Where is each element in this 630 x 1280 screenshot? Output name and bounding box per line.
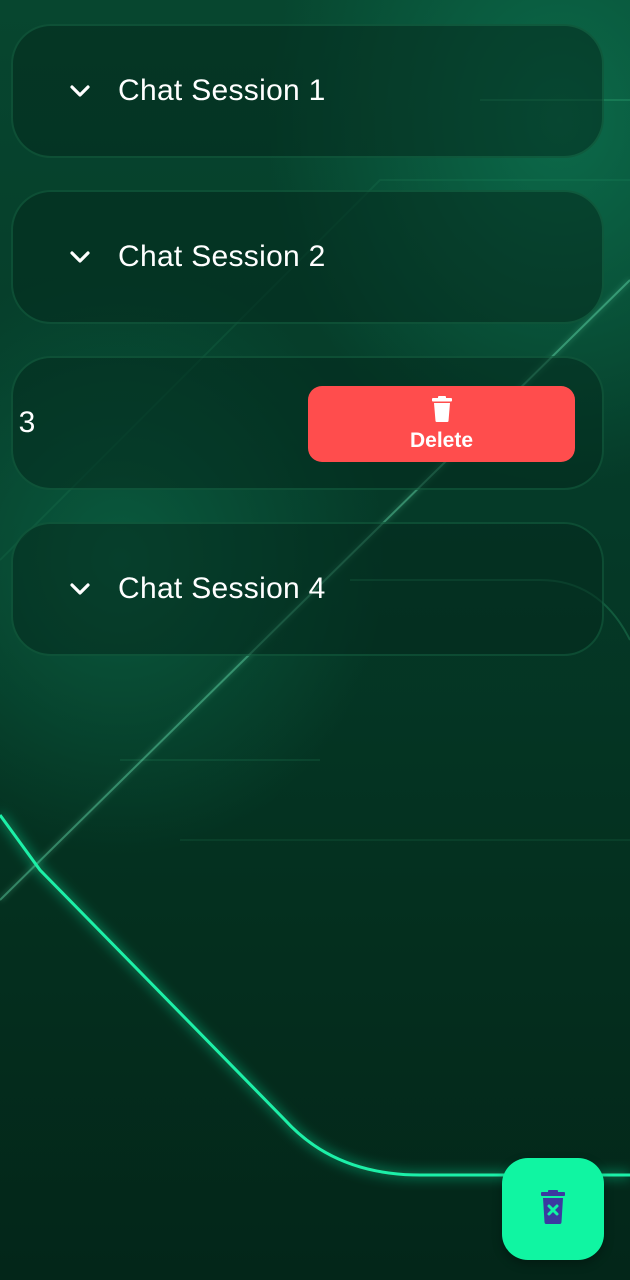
chevron-down-icon[interactable] (66, 243, 94, 271)
chat-session-title: Chat Session 1 (118, 74, 326, 107)
chevron-down-icon[interactable] (66, 575, 94, 603)
chat-session-item[interactable]: Chat Session 2 (11, 190, 604, 324)
delete-all-fab[interactable] (502, 1158, 604, 1260)
delete-all-icon (540, 1190, 566, 1228)
trash-icon (431, 395, 453, 426)
chat-session-title: Chat Session 2 (118, 240, 326, 273)
swipe-delete-button[interactable]: Delete (308, 386, 575, 462)
chat-session-item[interactable]: Chat Session 4 (11, 522, 604, 656)
chevron-down-icon[interactable] (66, 77, 94, 105)
delete-label: Delete (409, 428, 474, 452)
chat-session-title: Chat Session 3 (13, 406, 36, 439)
chat-session-title: Chat Session 4 (118, 572, 326, 605)
chat-session-item[interactable]: Chat Session 1 (11, 24, 604, 158)
